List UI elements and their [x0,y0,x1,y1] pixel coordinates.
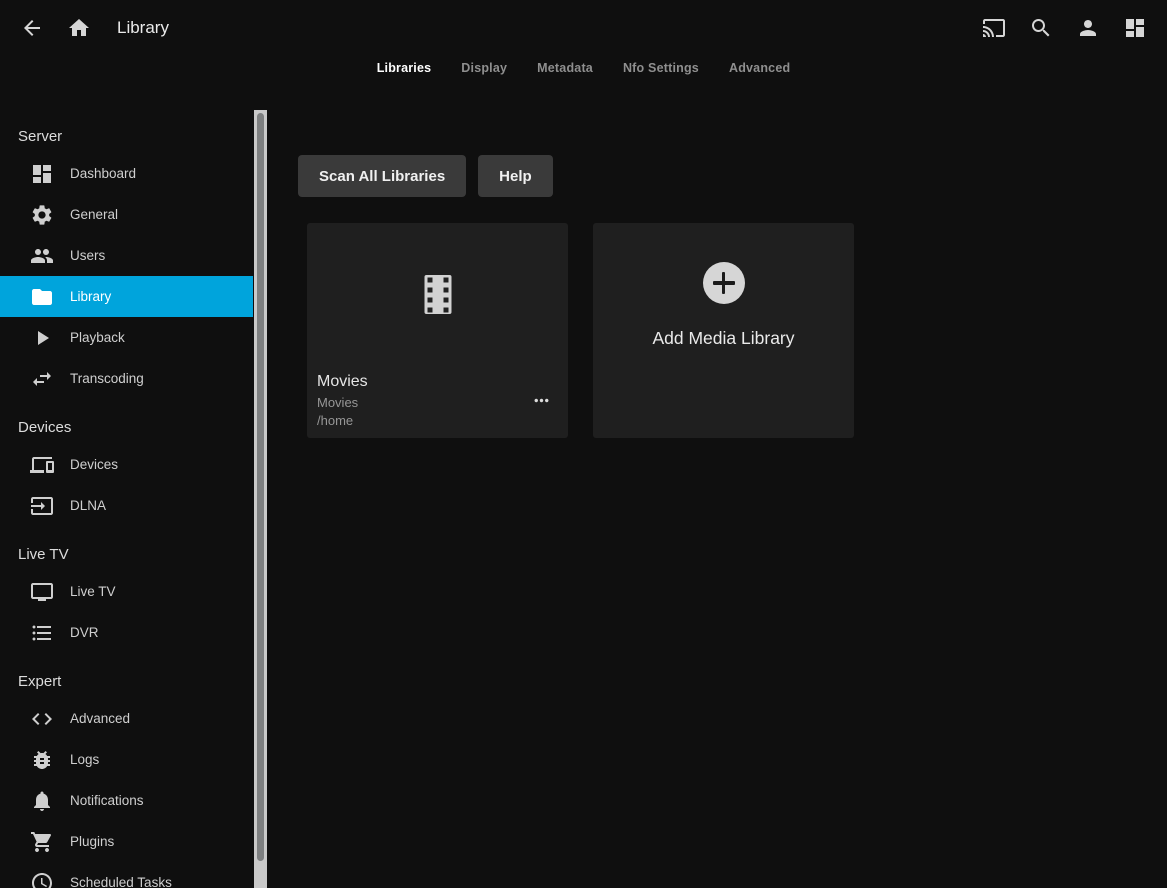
sidebar-item-playback[interactable]: Playback [0,317,253,358]
sidebar-item-scheduled-tasks[interactable]: Scheduled Tasks [0,862,253,888]
cast-button[interactable] [974,8,1014,48]
sidebar-item-label: DVR [70,625,99,640]
sidebar-item-dashboard[interactable]: Dashboard [0,153,253,194]
dashboard-icon [1123,16,1147,40]
sidebar-section-expert: Expert Advanced Logs [0,669,253,888]
settings-tab-bar: Libraries Display Metadata Nfo Settings … [0,54,1167,82]
sidebar-section-livetv: Live TV Live TV DVR [0,542,253,653]
library-name: Movies [317,371,368,393]
tab-libraries[interactable]: Libraries [375,57,434,79]
sidebar-section-title: Server [0,124,253,150]
search-icon [1029,16,1053,40]
admin-sidebar: Server Dashboard General [0,110,267,888]
home-icon [67,16,91,40]
app-header: Library [0,0,1167,56]
sidebar-section-title: Expert [0,669,253,695]
library-path: /home [317,412,368,429]
back-button[interactable] [12,8,52,48]
library-menu-button[interactable] [528,387,554,413]
dashboard-button[interactable] [1115,8,1155,48]
libraries-content: Scan All Libraries Help Movies Movies [267,110,1167,888]
sidebar-section-title: Devices [0,415,253,441]
sidebar-item-logs[interactable]: Logs [0,739,253,780]
sidebar-section-server: Server Dashboard General [0,124,253,399]
sidebar-item-label: Notifications [70,793,144,808]
sidebar-section-devices: Devices Devices DLNA [0,415,253,526]
sidebar-item-label: General [70,207,118,222]
sidebar-item-library[interactable]: Library [0,276,253,317]
code-icon [30,707,54,731]
sidebar-section-title: Live TV [0,542,253,568]
sidebar-item-label: Library [70,289,111,304]
sidebar-item-label: Dashboard [70,166,136,181]
add-media-library-label: Add Media Library [593,328,854,349]
user-button[interactable] [1068,8,1108,48]
sidebar-item-label: Live TV [70,584,116,599]
devices-icon [30,453,54,477]
user-icon [1076,16,1100,40]
plus-icon [703,262,745,304]
bug-icon [30,748,54,772]
gear-icon [30,203,54,227]
sidebar-item-general[interactable]: General [0,194,253,235]
bell-icon [30,789,54,813]
sidebar-item-plugins[interactable]: Plugins [0,821,253,862]
sidebar-item-label: Logs [70,752,99,767]
sidebar-item-notifications[interactable]: Notifications [0,780,253,821]
tab-display[interactable]: Display [459,57,509,79]
sidebar-item-label: Advanced [70,711,130,726]
play-icon [30,326,54,350]
users-icon [30,244,54,268]
sidebar-item-transcoding[interactable]: Transcoding [0,358,253,399]
sidebar-item-devices[interactable]: Devices [0,444,253,485]
tab-nfo-settings[interactable]: Nfo Settings [621,57,701,79]
cart-icon [30,830,54,854]
sidebar-item-label: Transcoding [70,371,144,386]
list-icon [30,621,54,645]
sidebar-item-label: DLNA [70,498,106,513]
sidebar-item-livetv[interactable]: Live TV [0,571,253,612]
film-strip-icon [424,275,451,314]
sidebar-scrollbar-thumb[interactable] [257,113,264,861]
library-card-movies[interactable]: Movies Movies /home [307,223,568,438]
help-button[interactable]: Help [478,155,553,197]
cast-icon [982,16,1006,40]
dashboard-icon [30,162,54,186]
page-title: Library [117,18,169,38]
library-type: Movies [317,394,368,412]
sidebar-item-label: Scheduled Tasks [70,875,172,888]
scan-all-libraries-button[interactable]: Scan All Libraries [298,155,466,197]
home-button[interactable] [59,8,99,48]
tab-metadata[interactable]: Metadata [535,57,595,79]
sidebar-item-label: Devices [70,457,118,472]
tab-advanced[interactable]: Advanced [727,57,792,79]
sidebar-scrollbar-track[interactable] [254,110,267,888]
add-media-library-card[interactable]: Add Media Library [593,223,854,438]
back-arrow-icon [20,16,44,40]
clock-icon [30,871,54,888]
search-button[interactable] [1021,8,1061,48]
more-dots-icon [531,390,552,411]
sidebar-item-dvr[interactable]: DVR [0,612,253,653]
sidebar-item-label: Plugins [70,834,114,849]
sidebar-item-dlna[interactable]: DLNA [0,485,253,526]
folder-icon [30,285,54,309]
sidebar-item-users[interactable]: Users [0,235,253,276]
sidebar-item-advanced[interactable]: Advanced [0,698,253,739]
sidebar-item-label: Playback [70,330,125,345]
tv-icon [30,580,54,604]
input-icon [30,494,54,518]
sidebar-item-label: Users [70,248,105,263]
swap-arrows-icon [30,367,54,391]
